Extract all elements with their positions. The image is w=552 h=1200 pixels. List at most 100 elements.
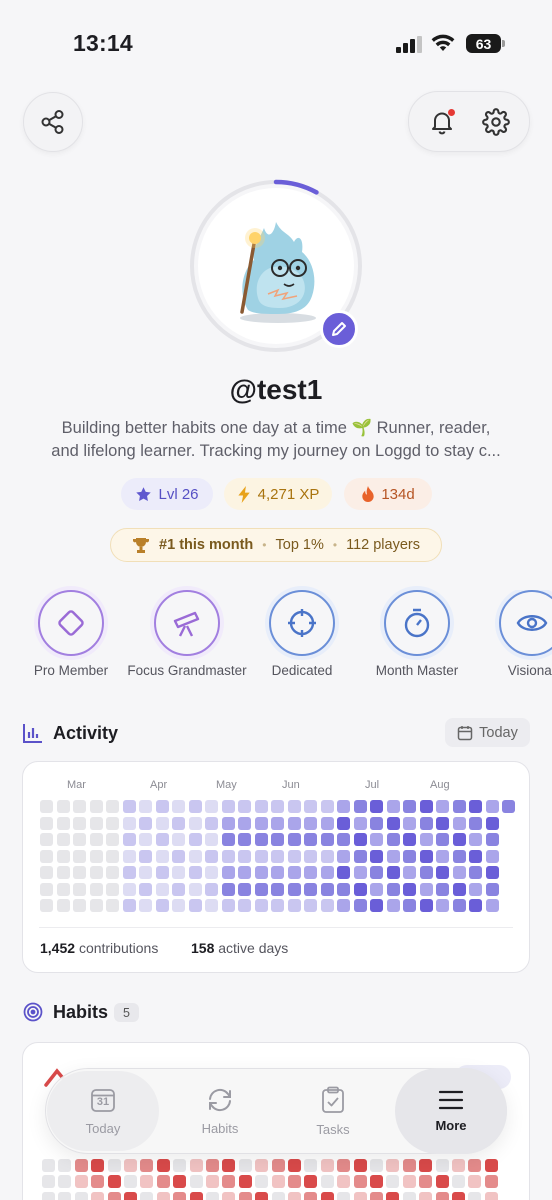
activity-cell	[419, 800, 433, 814]
habit-cell	[156, 1159, 170, 1172]
habit-cell	[353, 1175, 367, 1189]
badge-pro-member[interactable]: Pro Member	[11, 590, 131, 679]
activity-cell	[436, 833, 450, 847]
habit-cell	[42, 1159, 55, 1172]
card-divider	[39, 927, 513, 928]
activity-cell	[221, 882, 235, 896]
activity-cell	[172, 899, 186, 913]
activity-cell	[106, 899, 120, 913]
activity-cell	[386, 849, 400, 863]
habit-cell	[189, 1175, 203, 1189]
share-button[interactable]	[23, 92, 83, 152]
activity-cell	[320, 849, 334, 863]
rank-banner[interactable]: #1 this month • Top 1% • 112 players	[110, 528, 442, 562]
badge-dedicated[interactable]: Dedicated	[242, 590, 362, 679]
activity-cell	[485, 816, 499, 830]
calendar-icon: 31	[90, 1087, 116, 1113]
habit-cell	[91, 1191, 105, 1200]
activity-cell	[89, 833, 103, 847]
rank-percentile: Top 1%	[275, 537, 324, 553]
activity-cell	[89, 882, 103, 896]
activity-cell	[419, 849, 433, 863]
activity-cell	[238, 800, 252, 814]
tab-habits[interactable]: Habits	[164, 1069, 276, 1153]
activity-cell	[106, 816, 120, 830]
activity-cell	[238, 816, 252, 830]
habit-cell	[74, 1191, 88, 1200]
tab-today[interactable]: 31 Today	[47, 1069, 159, 1153]
streak-pill[interactable]: 134d	[344, 478, 432, 510]
activity-cell	[370, 866, 384, 880]
edit-avatar-button[interactable]	[320, 310, 358, 348]
activity-cell	[40, 833, 54, 847]
activity-cell	[353, 882, 367, 896]
activity-cell	[155, 849, 169, 863]
activity-cell	[205, 899, 219, 913]
activity-cell	[320, 899, 334, 913]
badge-circle	[269, 590, 335, 656]
activity-cell	[485, 882, 499, 896]
habit-cell	[222, 1159, 236, 1172]
bio-line-2: and lifelong learner. Tracking my journe…	[51, 442, 501, 460]
activity-cell	[56, 849, 70, 863]
habit-cell	[58, 1175, 72, 1189]
badge-month-master[interactable]: Month Master	[357, 590, 477, 679]
habit-cell	[107, 1191, 121, 1200]
habit-cell	[189, 1159, 203, 1172]
settings-button[interactable]	[476, 102, 516, 142]
habit-cell	[386, 1175, 400, 1189]
habit-cell	[402, 1159, 416, 1172]
activity-cell	[73, 849, 87, 863]
activity-cell	[89, 849, 103, 863]
habits-title: Habits	[53, 1002, 109, 1022]
activity-cell	[304, 800, 318, 814]
activity-cell	[188, 833, 202, 847]
username: @test1	[229, 374, 323, 405]
activity-cell	[287, 833, 301, 847]
habits-count-badge: 5	[114, 1003, 139, 1022]
activity-cell	[485, 849, 499, 863]
activity-cell	[221, 849, 235, 863]
activity-cell	[155, 882, 169, 896]
xp-text: 4,271 XP	[257, 485, 320, 503]
habit-cell	[58, 1191, 72, 1200]
activity-cell	[254, 882, 268, 896]
badge-focus-grandmaster[interactable]: Focus Grandmaster	[127, 590, 247, 679]
tab-more[interactable]: More	[395, 1069, 507, 1153]
separator-dot: •	[332, 538, 338, 552]
activity-cell	[337, 800, 351, 814]
xp-pill[interactable]: 4,271 XP	[224, 478, 332, 510]
badge-visionary[interactable]: Visionar	[472, 590, 552, 679]
activity-cell	[403, 800, 417, 814]
activity-cell	[337, 849, 351, 863]
habit-cell	[452, 1159, 465, 1172]
rank-position: #1 this month	[159, 537, 254, 553]
level-pill[interactable]: Lvl 26	[121, 478, 213, 510]
month-label: May	[216, 779, 237, 791]
activity-cell	[320, 866, 334, 880]
badge-label: Visionar	[507, 663, 552, 678]
habit-cell	[91, 1175, 105, 1189]
menu-icon	[438, 1090, 464, 1109]
activity-cell	[370, 800, 384, 814]
avatar[interactable]	[188, 178, 364, 354]
habit-cell	[140, 1159, 154, 1172]
rank-players: 112 players	[346, 537, 420, 553]
activity-title: Activity	[53, 723, 119, 743]
activity-cell	[386, 816, 400, 830]
activity-cell	[271, 882, 285, 896]
activity-cell	[320, 833, 334, 847]
tab-tasks[interactable]: Tasks	[277, 1069, 389, 1153]
activity-cell	[155, 866, 169, 880]
habit-cell	[402, 1191, 416, 1200]
activity-cell	[337, 899, 351, 913]
activity-cell	[304, 833, 318, 847]
activity-range-button[interactable]: Today	[445, 718, 530, 747]
activity-cell	[89, 800, 103, 814]
activity-cell	[320, 800, 334, 814]
diamond-icon	[58, 610, 84, 636]
habit-cell	[255, 1159, 269, 1172]
notifications-button[interactable]	[422, 102, 462, 142]
activity-cell	[370, 816, 384, 830]
habit-cell	[304, 1191, 318, 1200]
